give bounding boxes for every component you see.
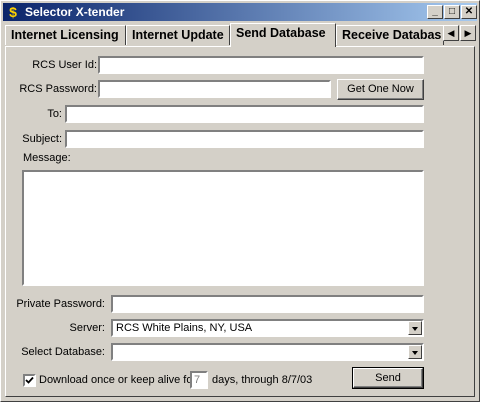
to-input[interactable] xyxy=(70,108,419,120)
close-button[interactable]: ✕ xyxy=(461,5,477,19)
days-value: 7 xyxy=(194,374,201,386)
tab-scroll-left-button[interactable]: ◀ xyxy=(443,25,459,41)
checkmark-icon xyxy=(25,376,34,384)
user-id-input[interactable] xyxy=(103,59,419,71)
database-select[interactable] xyxy=(111,343,424,361)
to-field[interactable] xyxy=(65,105,424,123)
private-password-field[interactable] xyxy=(111,295,424,313)
days-field[interactable]: 7 xyxy=(190,371,208,389)
private-password-input[interactable] xyxy=(116,298,419,310)
download-label: Download once or keep alive for xyxy=(39,374,197,386)
password-label: RCS Password: xyxy=(19,83,97,95)
download-checkbox[interactable] xyxy=(23,374,36,387)
chevron-down-icon[interactable] xyxy=(408,345,422,359)
app-icon: $ xyxy=(9,4,17,20)
chevron-down-icon[interactable] xyxy=(408,321,422,335)
send-database-panel: RCS User Id: RCS Password: Get One Now T… xyxy=(5,46,475,397)
subject-input[interactable] xyxy=(70,133,419,145)
to-label: To: xyxy=(47,108,62,120)
user-id-label: RCS User Id: xyxy=(32,59,97,71)
tab-scroll-right-button[interactable]: ▶ xyxy=(460,25,476,41)
maximize-button[interactable]: □ xyxy=(444,5,460,19)
minimize-button[interactable]: _ xyxy=(427,5,443,19)
tab-internet-licensing[interactable]: Internet Licensing xyxy=(5,25,126,45)
server-select[interactable]: RCS White Plains, NY, USA xyxy=(111,319,424,337)
subject-field[interactable] xyxy=(65,130,424,148)
tab-internet-update[interactable]: Internet Update xyxy=(126,25,230,45)
password-field[interactable] xyxy=(98,80,331,98)
message-label: Message: xyxy=(23,152,71,164)
title-bar[interactable]: $ Selector X-tender _ □ ✕ xyxy=(3,3,477,21)
message-textarea[interactable] xyxy=(22,170,424,286)
get-one-now-button[interactable]: Get One Now xyxy=(337,79,424,100)
tab-strip: Internet Licensing Internet Update Send … xyxy=(5,23,477,47)
window-title: Selector X-tender xyxy=(25,5,125,19)
tab-send-database[interactable]: Send Database xyxy=(230,23,336,47)
private-password-label: Private Password: xyxy=(16,298,105,310)
password-input[interactable] xyxy=(103,83,326,95)
send-button[interactable]: Send xyxy=(352,367,424,389)
server-selected-value: RCS White Plains, NY, USA xyxy=(116,322,253,334)
subject-label: Subject: xyxy=(22,133,62,145)
days-suffix-label: days, through 8/7/03 xyxy=(212,374,313,386)
select-database-label: Select Database: xyxy=(21,346,105,358)
tab-receive-database[interactable]: Receive Databas xyxy=(336,25,444,45)
server-label: Server: xyxy=(69,322,105,334)
app-window: $ Selector X-tender _ □ ✕ Internet Licen… xyxy=(0,0,480,402)
user-id-field[interactable] xyxy=(98,56,424,74)
